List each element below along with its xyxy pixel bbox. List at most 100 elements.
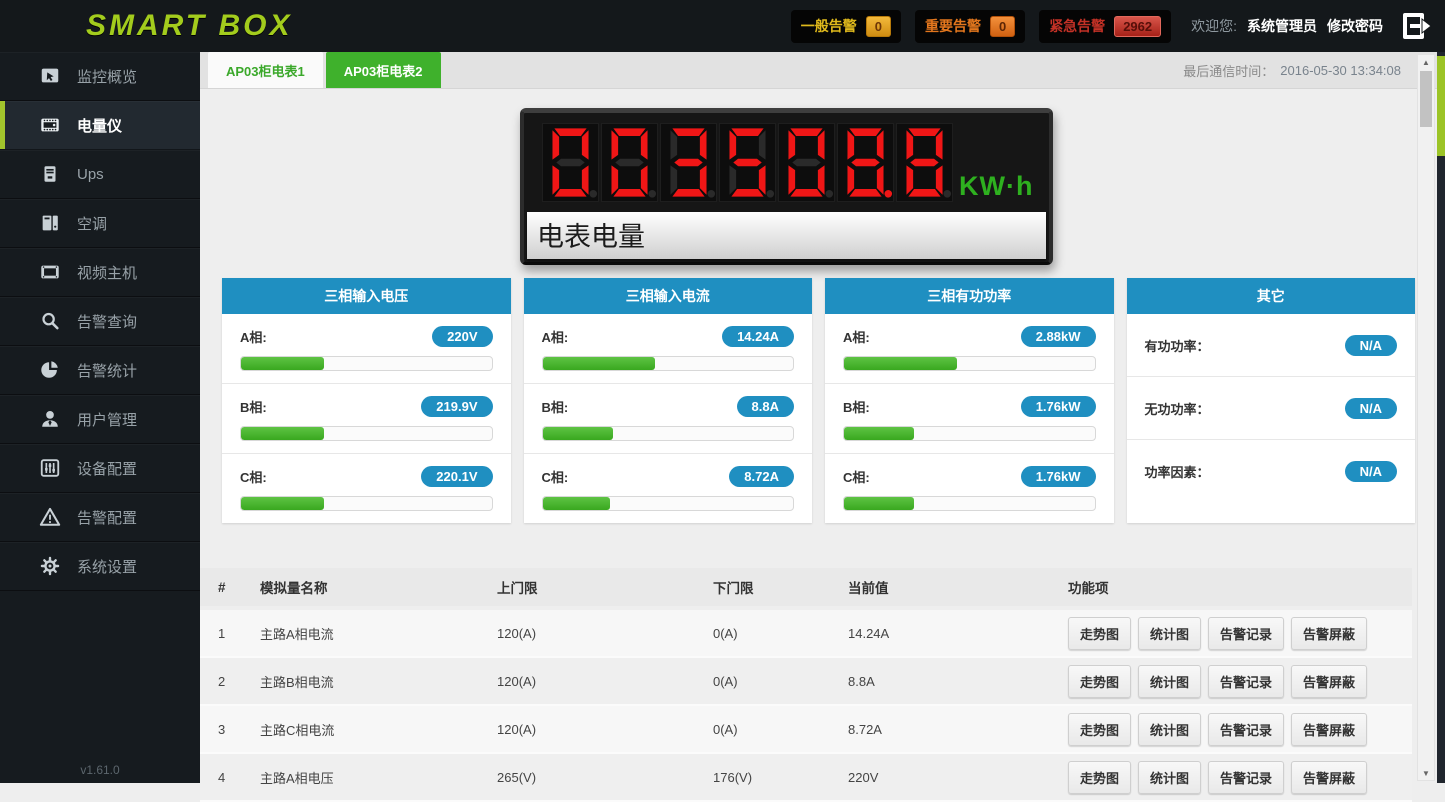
sidebar-item-label: Ups: [77, 166, 104, 183]
upper-limit: 120(A): [497, 626, 713, 641]
seven-seg-digit: [602, 124, 657, 201]
last-comm-value: 2016-05-30 13:34:08: [1280, 63, 1401, 78]
alarm-mask-button[interactable]: 告警屏蔽: [1291, 617, 1367, 650]
progress-track: [542, 426, 795, 441]
progress-fill: [241, 357, 324, 370]
current-user: 系统管理员: [1247, 16, 1317, 36]
metric-row: 功率因素：N/A: [1127, 440, 1416, 502]
lower-limit: 176(V): [713, 770, 848, 785]
main-scrollbar[interactable]: ▲ ▼: [1417, 54, 1435, 781]
sidebar-item-8[interactable]: 设备配置: [0, 444, 200, 493]
metric-label: 功率因素：: [1145, 462, 1210, 481]
panel-title: 三相有功功率: [825, 278, 1114, 314]
page-scrollbar-thumb[interactable]: [1437, 56, 1445, 156]
digit-cell: [837, 123, 894, 202]
scrollbar-thumb[interactable]: [1420, 71, 1432, 127]
stats-chart-button[interactable]: 统计图: [1138, 665, 1201, 698]
sidebar-item-0[interactable]: 监控概览: [0, 52, 200, 101]
sidebar-item-7[interactable]: 用户管理: [0, 395, 200, 444]
change-password-link[interactable]: 修改密码: [1327, 16, 1383, 36]
alarm-record-button[interactable]: 告警记录: [1208, 713, 1284, 746]
sidebar-item-3[interactable]: 空调: [0, 199, 200, 248]
app-logo: SMART BOX: [86, 9, 292, 43]
metric-row: 有功功率：N/A: [1127, 314, 1416, 377]
sidebar-item-label: 视频主机: [77, 262, 137, 283]
phase-label: A相:: [843, 327, 870, 346]
search-icon: [39, 310, 61, 332]
current-value: 220V: [848, 770, 1068, 785]
trend-chart-button[interactable]: 走势图: [1068, 665, 1131, 698]
sidebar-item-10[interactable]: 系统设置: [0, 542, 200, 591]
stats-chart-button[interactable]: 统计图: [1138, 761, 1201, 794]
phase-row: A相:220V: [222, 314, 511, 384]
tab-0[interactable]: AP03柜电表1: [208, 52, 323, 88]
logout-icon[interactable]: [1401, 9, 1433, 43]
alarm-record-button[interactable]: 告警记录: [1208, 665, 1284, 698]
alarm-mask-button[interactable]: 告警屏蔽: [1291, 713, 1367, 746]
value-badge: N/A: [1345, 398, 1397, 419]
value-badge: 8.8A: [737, 396, 794, 417]
row-actions: 走势图统计图告警记录告警屏蔽: [1068, 761, 1412, 794]
progress-fill: [844, 427, 914, 440]
analog-name: 主路A相电压: [260, 768, 497, 787]
stats-chart-button[interactable]: 统计图: [1138, 713, 1201, 746]
value-badge: 220V: [432, 326, 492, 347]
row-index: 2: [200, 674, 260, 689]
gear-icon: [39, 555, 61, 577]
progress-fill: [241, 427, 324, 440]
progress-track: [542, 356, 795, 371]
value-badge: 2.88kW: [1021, 326, 1096, 347]
last-comm-label: 最后通信时间：: [1183, 61, 1274, 80]
alarm-label: 重要告警: [925, 16, 981, 36]
sidebar-item-2[interactable]: Ups: [0, 150, 200, 199]
alarm-mask-button[interactable]: 告警屏蔽: [1291, 761, 1367, 794]
sidebar-item-label: 设备配置: [77, 458, 137, 479]
trend-chart-button[interactable]: 走势图: [1068, 713, 1131, 746]
alarm-mask-button[interactable]: 告警屏蔽: [1291, 665, 1367, 698]
current-value: 14.24A: [848, 626, 1068, 641]
phase-label: B相:: [843, 397, 870, 416]
scroll-up-arrow[interactable]: ▲: [1418, 55, 1434, 69]
stats-chart-button[interactable]: 统计图: [1138, 617, 1201, 650]
alarm-record-button[interactable]: 告警记录: [1208, 617, 1284, 650]
row-index: 4: [200, 770, 260, 785]
upper-limit: 265(V): [497, 770, 713, 785]
value-badge: 220.1V: [421, 466, 492, 487]
progress-fill: [543, 427, 613, 440]
sidebar-item-6[interactable]: 告警统计: [0, 346, 200, 395]
sidebar-item-label: 系统设置: [77, 556, 137, 577]
value-badge: 219.9V: [421, 396, 492, 417]
sidebar-item-label: 监控概览: [77, 66, 137, 87]
tab-1[interactable]: AP03柜电表2: [326, 52, 441, 88]
trend-chart-button[interactable]: 走势图: [1068, 761, 1131, 794]
sidebar-item-1[interactable]: 电量仪: [0, 101, 200, 150]
air-conditioner-icon: [39, 212, 61, 234]
alarm-label: 紧急告警: [1049, 16, 1105, 36]
panel-title: 三相输入电流: [524, 278, 813, 314]
phase-row: C相:1.76kW: [825, 454, 1114, 523]
seven-seg-digit: [720, 124, 775, 201]
alarm-normal[interactable]: 一般告警0: [791, 10, 901, 43]
pie-chart-icon: [39, 359, 61, 381]
row-actions: 走势图统计图告警记录告警屏蔽: [1068, 617, 1412, 650]
digit-row: [542, 123, 955, 202]
phase-label: B相:: [542, 397, 569, 416]
page-scrollbar[interactable]: [1437, 52, 1445, 783]
seven-segment-display: KW·h: [524, 113, 1049, 208]
alarm-record-button[interactable]: 告警记录: [1208, 761, 1284, 794]
sidebar-item-label: 空调: [77, 213, 107, 234]
phase-label: B相:: [240, 397, 267, 416]
sidebar-item-5[interactable]: 告警查询: [0, 297, 200, 346]
trend-chart-button[interactable]: 走势图: [1068, 617, 1131, 650]
alarm-important[interactable]: 重要告警0: [915, 10, 1025, 43]
scroll-down-arrow[interactable]: ▼: [1418, 766, 1434, 780]
panel-0: 三相输入电压A相:220VB相:219.9VC相:220.1V: [222, 278, 511, 523]
alarm-group: 一般告警0 重要告警0 紧急告警2962: [791, 10, 1171, 43]
sidebar-item-9[interactable]: 告警配置: [0, 493, 200, 542]
alarm-urgent[interactable]: 紧急告警2962: [1039, 10, 1171, 43]
row-index: 3: [200, 722, 260, 737]
sidebar-item-4[interactable]: 视频主机: [0, 248, 200, 297]
upper-limit: 120(A): [497, 722, 713, 737]
lower-limit: 0(A): [713, 626, 848, 641]
user-icon: [39, 408, 61, 430]
